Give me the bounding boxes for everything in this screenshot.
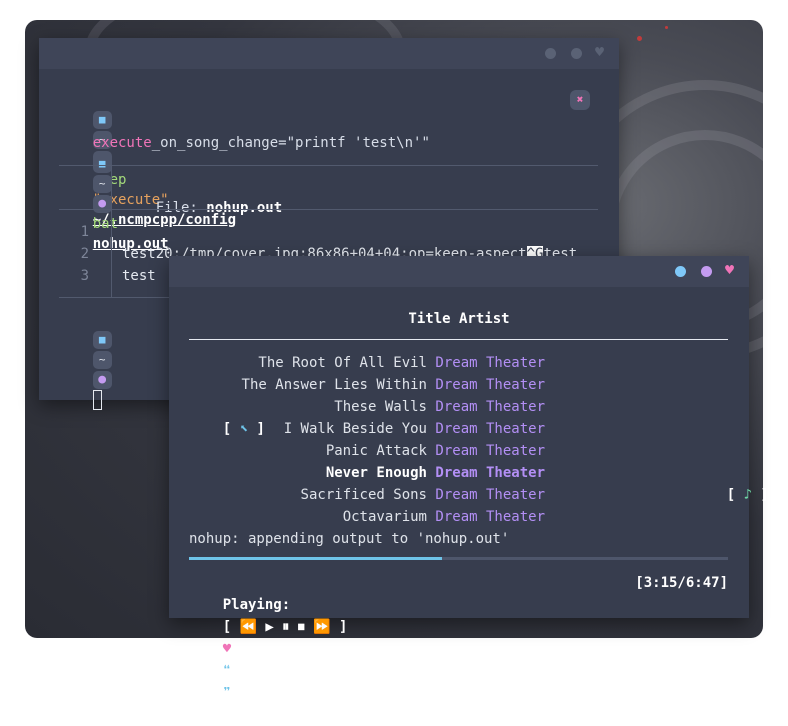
song-artist: Dream Theater	[435, 509, 545, 525]
heart-icon: ♥	[222, 641, 232, 657]
playlist-row[interactable]: Panic Attack Dream Theater	[169, 440, 545, 462]
song-title: The Root Of All Evil	[258, 355, 427, 371]
now-playing-title: Octavarium	[231, 663, 316, 679]
playlist-row[interactable]: The Root Of All Evil Dream Theater	[169, 352, 545, 374]
heart-icon[interactable]: ♥	[595, 43, 604, 61]
playlist-row[interactable]: The Answer Lies Within Dream Theater	[169, 374, 545, 396]
playlist-row[interactable]: Never Enough Dream Theater	[169, 462, 545, 484]
progress-fill	[189, 557, 443, 560]
grep-rest: _on_song_change="printf 'test\n'"	[151, 135, 430, 151]
song-title: These Walls	[334, 399, 427, 415]
column-artist: Artist	[459, 311, 510, 327]
divider	[59, 209, 598, 210]
playlist-row[interactable]: Sacrificed Sons Dream Theater	[169, 484, 545, 506]
player-titlebar: ♥	[169, 256, 749, 287]
prompt-line-2: ■ ~ ● bat nohup.out	[59, 134, 169, 252]
song-title: Sacrificed Sons	[300, 487, 427, 503]
heart-icon[interactable]: ♥	[725, 261, 734, 279]
right-indicator: [ ♪ ]	[726, 487, 769, 503]
status-dot-icon: ●	[92, 371, 112, 389]
playlist-header: Title Artist	[169, 308, 749, 330]
code-line: test	[122, 246, 156, 262]
line-number: 3	[80, 268, 89, 284]
file-label: File:	[155, 200, 207, 216]
music-player-window: ♥ Title Artist The Root Of All Evil Drea…	[169, 256, 769, 701]
status-message: nohup: appending output to 'nohup.out'	[189, 531, 510, 547]
song-artist: Dream Theater	[435, 355, 545, 371]
elapsed-time: [3:15/6:47]	[635, 575, 728, 591]
song-artist: Dream Theater	[435, 399, 545, 415]
progress-bar[interactable]	[189, 557, 728, 560]
line-number: 2	[80, 246, 89, 262]
song-artist: Dream Theater	[435, 377, 545, 393]
file-name: nohup.out	[206, 200, 283, 216]
minimize-button[interactable]	[675, 266, 686, 277]
playback-controls[interactable]: [ ⏪ ▶ ⏸ ⏹ ⏩ ]	[223, 619, 348, 635]
code-line: 20;/tmp/cover.jpg;86x86+04+04:op=keep-as…	[122, 221, 577, 262]
song-artist: Dream Theater	[435, 487, 545, 503]
column-title: Title	[408, 311, 451, 327]
command-name: bat	[92, 216, 119, 232]
home-icon: ~	[92, 175, 112, 193]
home-icon: ~	[92, 351, 112, 369]
bat-file-header: File: nohup.out	[122, 178, 282, 216]
quote-close-icon: ❞	[222, 685, 232, 701]
grep-output: execute_on_song_change="printf 'test\n'"	[59, 113, 430, 151]
song-title: Never Enough	[325, 465, 427, 481]
maximize-button[interactable]	[571, 48, 582, 59]
music-note-icon: ♪	[743, 487, 753, 503]
minimize-button[interactable]	[545, 48, 556, 59]
prompt-line-3: ■ ~ ●	[59, 310, 114, 410]
folder-icon: ■	[92, 331, 112, 349]
status-bar: Playing: [ ⏪ ▶ ⏸ ⏹ ⏩ ] ♥ ❝Octavarium ❞	[189, 572, 348, 701]
header-divider	[189, 339, 728, 340]
song-title: Octavarium	[342, 509, 427, 525]
song-title: Panic Attack	[325, 443, 427, 459]
song-title: The Answer Lies Within	[241, 377, 427, 393]
song-artist: Dream Theater	[435, 421, 545, 437]
folder-icon: ■	[92, 155, 112, 173]
song-title: I Walk Beside You	[283, 421, 427, 437]
song-artist: Dream Theater	[435, 465, 545, 481]
maximize-button[interactable]	[701, 266, 712, 277]
terminal-titlebar: ♥	[39, 38, 619, 69]
song-artist: Dream Theater	[435, 443, 545, 459]
line-number: 1	[80, 224, 89, 240]
left-indicator: [ ⬉ ]	[222, 421, 265, 437]
close-icon[interactable]: ✖	[570, 90, 590, 110]
cursor-icon: ⬉	[239, 421, 249, 437]
playlist-row[interactable]: Octavarium Dream Theater	[169, 506, 545, 528]
code-line: test	[122, 268, 156, 284]
status-dot-icon: ●	[92, 195, 112, 213]
quote-open-icon: ❝	[222, 663, 232, 679]
prompt-line-1: ■ ~ ● grep "execute" ~/.ncmpcpp/config	[59, 90, 236, 228]
divider	[111, 165, 112, 297]
status-label: Playing:	[222, 597, 291, 613]
terminal-cursor[interactable]	[92, 390, 102, 410]
divider	[59, 165, 598, 166]
